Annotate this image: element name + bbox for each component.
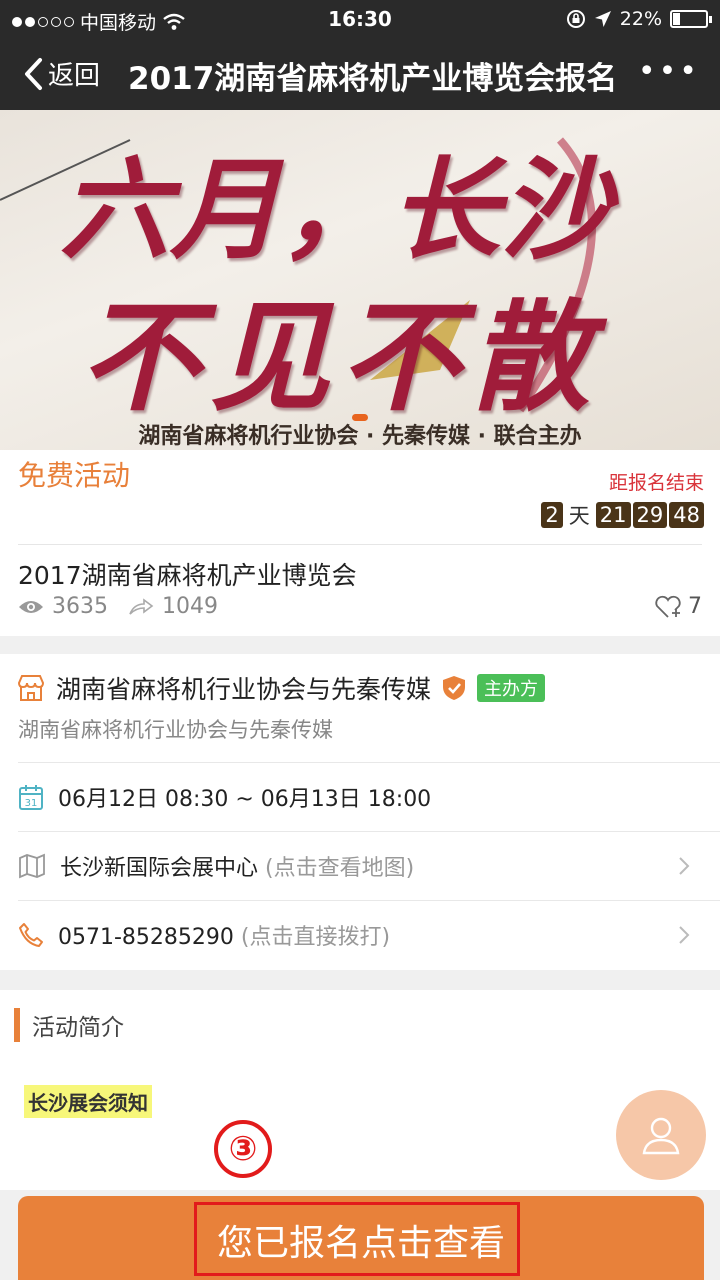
venue-name: 长沙新国际会展中心 <box>60 855 259 881</box>
details-card: 湖南省麻将机行业协会与先秦传媒 主办方 湖南省麻将机行业协会与先秦传媒 31 0… <box>0 654 720 970</box>
banner-pager-dot <box>352 414 368 421</box>
venue-row[interactable]: 长沙新国际会展中心 (点击查看地图) <box>18 831 720 899</box>
event-datetime: 06月12日 08:30 ~ 06月13日 18:00 <box>58 786 432 812</box>
like-button[interactable]: 7 <box>654 594 702 619</box>
banner-headline-2: 不见不散 <box>80 287 600 428</box>
banner-subtitle: 湖南省麻将机行业协会 · 先秦传媒 · 联合主办 <box>138 424 582 449</box>
shop-icon <box>17 675 45 701</box>
calendar-day: 31 <box>25 798 38 809</box>
venue-hint: (点击查看地图) <box>265 855 415 881</box>
divider <box>18 544 702 545</box>
battery-icon <box>670 10 712 28</box>
chevron-right-icon <box>679 926 690 944</box>
phone-icon <box>19 922 43 947</box>
like-count: 7 <box>688 594 702 619</box>
countdown-days-unit: 天 <box>568 504 590 528</box>
view-count: 3635 <box>52 594 108 619</box>
countdown-seconds: 48 <box>669 502 704 528</box>
more-icon[interactable]: ••• <box>638 57 700 87</box>
nav-bar: 返回 2017湖南省麻将机产业博览会报名 ••• <box>0 38 720 110</box>
countdown-minutes: 29 <box>632 502 668 528</box>
heart-plus-icon <box>655 595 681 618</box>
organizer-badge: 主办方 <box>477 674 546 702</box>
map-icon <box>19 853 45 878</box>
verified-shield-icon <box>443 676 466 700</box>
chevron-right-icon <box>679 857 690 875</box>
deadline-label: 距报名结束 <box>608 472 704 494</box>
share-count: 1049 <box>162 594 218 619</box>
back-button[interactable]: 返回 <box>22 55 100 92</box>
rotation-lock-icon <box>566 10 585 28</box>
event-banner[interactable]: 六月，长沙 不见不散 湖南省麻将机行业协会 · 先秦传媒 · 联合主办 <box>0 110 720 450</box>
countdown-days: 2 <box>541 502 563 528</box>
countdown-hours: 21 <box>595 502 631 528</box>
event-type-label: 免费活动 <box>18 459 131 492</box>
chevron-left-icon <box>25 57 42 90</box>
banner-headline-1: 六月，长沙 <box>60 145 610 274</box>
back-label: 返回 <box>48 61 101 91</box>
battery-percent: 22% <box>619 8 662 30</box>
intro-heading: 活动简介 <box>14 1008 124 1042</box>
event-datetime-row: 31 06月12日 08:30 ~ 06月13日 18:00 <box>18 762 720 830</box>
page-title: 2017湖南省麻将机产业博览会报名 <box>128 61 618 97</box>
organizer[interactable]: 湖南省麻将机行业协会与先秦传媒 主办方 <box>16 670 546 706</box>
event-stats: 3635 1049 <box>18 594 218 619</box>
share-icon <box>129 597 154 615</box>
event-info-card: 免费活动 距报名结束 2 天 21 29 48 2017湖南省麻将机产业博览会 … <box>0 450 720 636</box>
phone-number: 0571-85285290 <box>58 924 234 950</box>
organizer-subtitle: 湖南省麻将机行业协会与先秦传媒 <box>18 718 333 742</box>
notice-link[interactable]: 长沙展会须知 <box>24 1085 152 1118</box>
phone-row[interactable]: 0571-85285290 (点击直接拨打) <box>18 900 720 968</box>
eye-icon <box>19 600 43 613</box>
user-icon <box>642 1117 680 1155</box>
contact-avatar-button[interactable] <box>616 1090 706 1180</box>
organizer-name: 湖南省麻将机行业协会与先秦传媒 <box>56 675 432 704</box>
step-marker: ③ <box>214 1120 272 1178</box>
intro-card: 活动简介 长沙展会须知 ③ <box>0 990 720 1190</box>
view-registration-label: 您已报名点击查看 <box>216 1223 505 1264</box>
calendar-icon: 31 <box>19 784 43 810</box>
event-title: 2017湖南省麻将机产业博览会 <box>18 561 357 590</box>
intro-heading-label: 活动简介 <box>32 1015 124 1041</box>
status-bar: 中国移动 16:30 22% <box>0 0 720 38</box>
location-icon <box>594 11 611 27</box>
countdown-timer: 2 天 21 29 48 <box>541 500 704 530</box>
phone-hint: (点击直接拨打) <box>240 924 391 950</box>
view-registration-button[interactable]: 您已报名点击查看 <box>18 1196 704 1280</box>
